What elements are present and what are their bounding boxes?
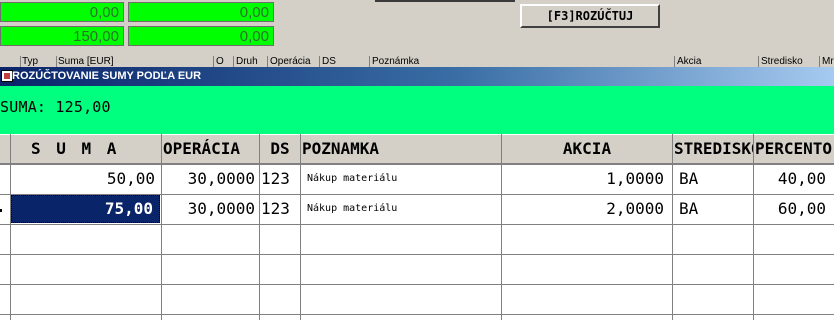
grid-divider — [0, 314, 834, 315]
cell-operacia[interactable]: 30,0000 — [162, 195, 259, 223]
grid-divider — [259, 134, 260, 320]
amount-field-2[interactable]: 0,00 — [128, 2, 274, 22]
grid-divider — [300, 134, 301, 320]
grid-divider — [10, 134, 11, 320]
cell-operacia[interactable]: 30,0000 — [162, 165, 259, 193]
col-header-suma[interactable]: S U M A — [11, 134, 161, 164]
bg-col-ds: DS — [322, 56, 336, 67]
bg-col-o: O — [216, 56, 224, 67]
cell-stredisko[interactable]: BA — [673, 195, 753, 223]
bg-col-typ: Typ — [22, 56, 39, 67]
bg-col-operacia: Operácia — [270, 56, 311, 67]
col-header-operacia[interactable]: OPERÁCIA — [162, 134, 259, 164]
cell-poznamka[interactable]: Nákup materiálu — [301, 165, 501, 193]
cell-ds[interactable]: 123 — [260, 165, 300, 193]
col-header-akcia[interactable]: AKCIA — [502, 134, 672, 164]
top-panel: 0,00 0,00 150,00 0,00 [F3]ROZÚČTUJ — [0, 0, 834, 56]
grid-divider — [0, 224, 834, 225]
col-header-percento[interactable]: PERCENTO — [754, 134, 834, 164]
cell-stredisko[interactable]: BA — [673, 165, 753, 193]
amount-field-1[interactable]: 0,00 — [0, 2, 124, 22]
bg-col-suma: Suma [EUR] — [58, 56, 114, 67]
bg-col-stredisko: Stredisko — [761, 56, 803, 67]
cell-akcia[interactable]: 1,0000 — [502, 165, 672, 193]
amount-field-4[interactable]: 0,00 — [128, 26, 274, 46]
bg-col-mr: Mr — [822, 56, 834, 67]
sum-label: SUMA: 125,00 — [0, 98, 111, 116]
col-header-ds[interactable]: DS — [260, 134, 300, 164]
divider — [375, 0, 515, 2]
cell-poznamka[interactable]: Nákup materiálu — [301, 195, 501, 223]
cell-suma-selected[interactable]: 75,00 — [11, 195, 160, 223]
grid-divider — [0, 254, 834, 255]
cell-ds[interactable]: 123 — [260, 195, 300, 223]
dialog-title: ROZÚČTOVANIE SUMY PODĽA EUR — [12, 70, 202, 82]
grid-divider — [161, 134, 162, 320]
rozuctuj-button[interactable]: [F3]ROZÚČTUJ — [520, 4, 660, 28]
grid-divider — [753, 134, 754, 320]
sum-band: SUMA: 125,00 — [0, 86, 834, 134]
row-indicator-header — [0, 134, 10, 164]
cell-percento[interactable]: 60,00 — [754, 195, 834, 223]
dialog-title-bar[interactable]: ROZÚČTOVANIE SUMY PODĽA EUR — [0, 67, 834, 86]
grid-divider — [501, 134, 502, 320]
amount-field-3[interactable]: 150,00 — [0, 26, 124, 46]
col-header-poznamka[interactable]: POZNAMKA — [301, 134, 501, 164]
grid-divider — [0, 284, 834, 285]
cell-suma[interactable]: 50,00 — [11, 165, 161, 193]
bg-col-akcia: Akcia — [677, 56, 702, 67]
cell-akcia[interactable]: 2,0000 — [502, 195, 672, 223]
bg-col-druh: Druh — [236, 56, 258, 67]
allocation-grid: S U M A OPERÁCIA DS POZNAMKA AKCIA STRED… — [0, 134, 834, 320]
row-pointer — [0, 209, 2, 212]
col-header-stredisko[interactable]: STREDISKO — [673, 134, 753, 164]
cell-percento[interactable]: 40,00 — [754, 165, 834, 193]
bg-col-poznamka: Poznámka — [372, 56, 420, 67]
grid-divider — [672, 134, 673, 320]
